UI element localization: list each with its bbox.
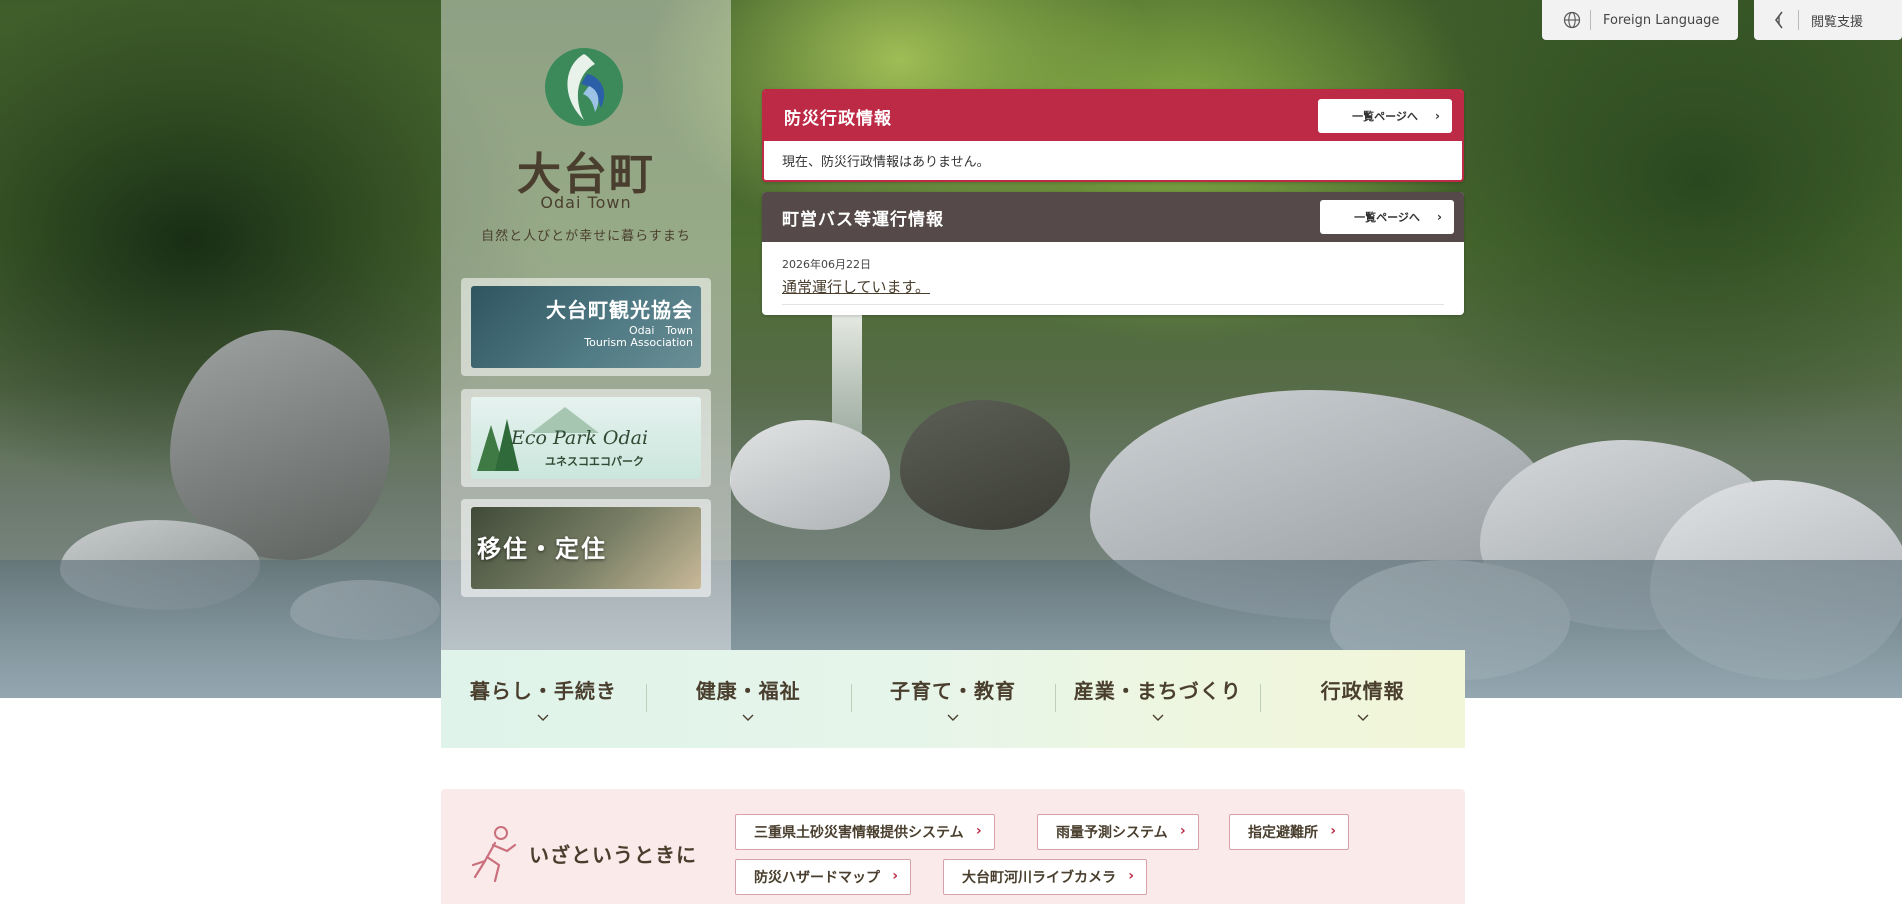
- banner-title: Eco Park Odai: [511, 427, 649, 449]
- more-button-label: 一覧ページへ: [1354, 211, 1420, 224]
- link-label: 防災ハザードマップ: [754, 870, 880, 886]
- rock-image: [900, 400, 1070, 530]
- banner-title: 移住・定住: [477, 535, 607, 563]
- chevron-down-icon: [1357, 714, 1369, 721]
- chevron-down-icon: [947, 714, 959, 721]
- chevron-right-icon: ›: [1435, 109, 1440, 123]
- relocation-banner[interactable]: 移住・定住: [461, 499, 711, 597]
- bus-list-page-button[interactable]: 一覧ページへ ›: [1320, 200, 1454, 234]
- nav-item-label: 暮らし・手続き: [469, 678, 617, 703]
- divider: [1590, 10, 1591, 30]
- accessibility-icon: [1770, 10, 1790, 30]
- divider: [1798, 10, 1799, 30]
- emergency-title: いざというときに: [529, 843, 697, 867]
- sediment-disaster-system-link[interactable]: 三重県土砂災害情報提供システム ›: [735, 814, 995, 850]
- nav-item-industry[interactable]: 産業・まちづくり: [1055, 650, 1260, 748]
- banner-title: 大台町観光協会: [546, 298, 693, 322]
- eco-park-banner[interactable]: Eco Park Odai ユネスコエコパーク: [461, 389, 711, 487]
- disaster-info-panel: 防災行政情報 一覧ページへ › 現在、防災行政情報はありません。: [762, 89, 1464, 182]
- nav-item-living[interactable]: 暮らし・手続き: [441, 650, 646, 748]
- banner-subtitle: ユネスコエコパーク: [545, 455, 644, 468]
- hazard-map-link[interactable]: 防災ハザードマップ ›: [735, 859, 911, 895]
- more-button-label: 一覧ページへ: [1352, 110, 1418, 123]
- panel-header: 町営バス等運行情報 一覧ページへ ›: [762, 192, 1464, 242]
- relocation-banner-image: 移住・定住: [471, 507, 701, 589]
- brand-column: 大台町 Odai Town 自然と人びとが幸せに暮らすまち 大台町観光協会 Od…: [441, 0, 731, 650]
- chevron-right-icon: ›: [975, 823, 982, 839]
- town-tagline: 自然と人びとが幸せに暮らすまち: [481, 229, 691, 244]
- main-navigation: 暮らし・手続き 健康・福祉 子育て・教育 産業・まちづくり 行政情報: [441, 650, 1465, 748]
- panel-title: 防災行政情報: [784, 108, 892, 129]
- rock-image: [730, 420, 890, 530]
- link-label: 雨量予測システム: [1056, 825, 1168, 841]
- panel-header: 防災行政情報 一覧ページへ ›: [764, 91, 1462, 141]
- divider: [782, 304, 1444, 305]
- waterfall-image: [832, 300, 862, 440]
- nav-item-label: 健康・福祉: [695, 678, 801, 703]
- nav-item-administration[interactable]: 行政情報: [1260, 650, 1465, 748]
- link-label: 三重県土砂災害情報提供システム: [754, 825, 964, 841]
- chevron-right-icon: ›: [1179, 823, 1186, 839]
- nav-item-label: 子育て・教育: [889, 678, 1016, 703]
- running-person-icon: [471, 826, 517, 883]
- chevron-right-icon: ›: [892, 868, 898, 884]
- chevron-right-icon: ›: [1330, 823, 1336, 839]
- chevron-down-icon: [537, 714, 549, 721]
- bus-info-date: 2026年06月22日: [782, 258, 871, 271]
- banner-subtitle: Tourism Association: [584, 336, 693, 349]
- nav-item-label: 産業・まちづくり: [1073, 678, 1242, 703]
- panel-title: 町営バス等運行情報: [782, 209, 944, 230]
- town-roman-name: Odai Town: [540, 193, 632, 212]
- eco-park-banner-image: Eco Park Odai ユネスコエコパーク: [471, 397, 701, 479]
- river-live-camera-link[interactable]: 大台町河川ライブカメラ ›: [943, 859, 1147, 895]
- tourism-banner-image: 大台町観光協会 Odai Town Tourism Association: [471, 286, 701, 368]
- accessibility-support-button[interactable]: 閲覧支援: [1754, 0, 1902, 40]
- town-logo-icon[interactable]: [543, 46, 625, 128]
- globe-icon: [1562, 10, 1582, 30]
- disaster-list-page-button[interactable]: 一覧ページへ ›: [1318, 99, 1452, 133]
- bus-info-panel: 町営バス等運行情報 一覧ページへ › 2026年06月22日 通常運行しています…: [762, 192, 1464, 315]
- rainfall-forecast-link[interactable]: 雨量予測システム ›: [1037, 814, 1199, 850]
- nav-item-health[interactable]: 健康・福祉: [645, 650, 851, 748]
- bus-info-body: 2026年06月22日 通常運行しています。: [762, 242, 1464, 315]
- link-label: 指定避難所: [1248, 825, 1318, 841]
- disaster-message: 現在、防災行政情報はありません。: [782, 155, 990, 170]
- tourism-association-banner[interactable]: 大台町観光協会 Odai Town Tourism Association: [461, 278, 711, 376]
- foreign-language-button[interactable]: Foreign Language: [1542, 0, 1738, 40]
- evacuation-shelter-link[interactable]: 指定避難所 ›: [1229, 814, 1349, 850]
- chevron-down-icon: [1152, 714, 1164, 721]
- chevron-right-icon: ›: [1437, 210, 1442, 224]
- accessibility-support-label: 閲覧支援: [1811, 14, 1864, 30]
- bus-status-link[interactable]: 通常運行しています。: [782, 276, 930, 297]
- link-label: 大台町河川ライブカメラ: [962, 870, 1116, 886]
- chevron-down-icon: [742, 714, 754, 721]
- foreign-language-label: Foreign Language: [1603, 12, 1720, 28]
- nav-item-childcare[interactable]: 子育て・教育: [850, 650, 1056, 748]
- emergency-links-section: いざというときに 三重県土砂災害情報提供システム › 雨量予測システム › 指定…: [441, 789, 1465, 904]
- nav-item-label: 行政情報: [1320, 678, 1405, 703]
- chevron-right-icon: ›: [1128, 868, 1134, 884]
